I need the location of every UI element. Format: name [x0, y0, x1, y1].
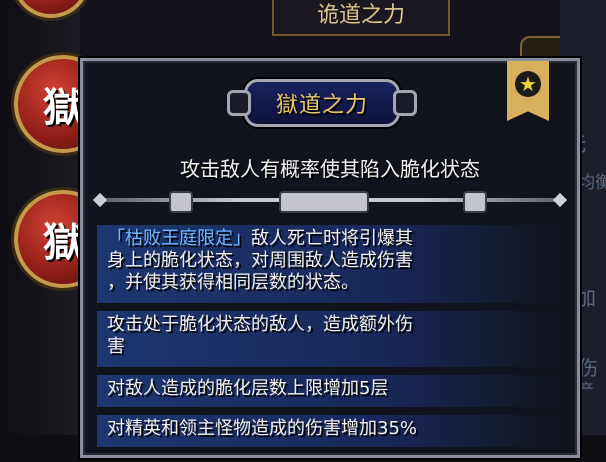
star-badge-icon: ★ — [515, 71, 541, 97]
effect-highlight: 「枯败王庭限定」 — [107, 228, 251, 249]
effect-text: 对精英和领主怪物造成的伤害增加35% — [107, 418, 418, 439]
effect-row-2: 攻击处于脆化状态的敌人，造成额外伤 害 — [97, 311, 561, 367]
bg-text: 产 — [578, 380, 595, 399]
effect-text: 身上的脆化状态，对周围敌人造成伤害 — [107, 250, 413, 271]
effect-row-1: 「枯败王庭限定」敌人死亡时将引爆其 身上的脆化状态，对周围敌人造成伤害 ，并使其… — [97, 225, 561, 303]
effect-text: 害 — [107, 336, 125, 357]
effect-row-4: 对精英和领主怪物造成的伤害增加35% — [97, 415, 561, 447]
background-banner-title: 诡道之力 — [272, 0, 450, 36]
tooltip-title-plate: 獄道之力 — [227, 79, 417, 127]
skill-tooltip: 獄道之力 ★ 攻击敌人有概率使其陷入脆化状态 「枯败王庭限定」敌人死亡时将引爆其… — [80, 58, 580, 458]
bg-text: 均衡 — [578, 173, 606, 193]
badge-glyph: 獄 — [43, 85, 83, 131]
effect-row-3: 对敌人造成的脆化层数上限增加5层 — [97, 375, 561, 407]
tooltip-title: 獄道之力 — [275, 93, 368, 118]
effect-text: 对敌人造成的脆化层数上限增加5层 — [107, 378, 389, 399]
tooltip-summary: 攻击敌人有概率使其陷入脆化状态 — [180, 157, 480, 181]
ornate-divider — [92, 191, 568, 213]
effect-text: 敌人死亡时将引爆其 — [251, 228, 413, 249]
rank-flag: ★ — [507, 61, 549, 121]
effect-text: 攻击处于脆化状态的敌人，造成额外伤 — [107, 314, 413, 335]
effect-text: ，并使其获得相同层数的状态。 — [107, 272, 359, 293]
badge-glyph: 獄 — [43, 220, 83, 266]
